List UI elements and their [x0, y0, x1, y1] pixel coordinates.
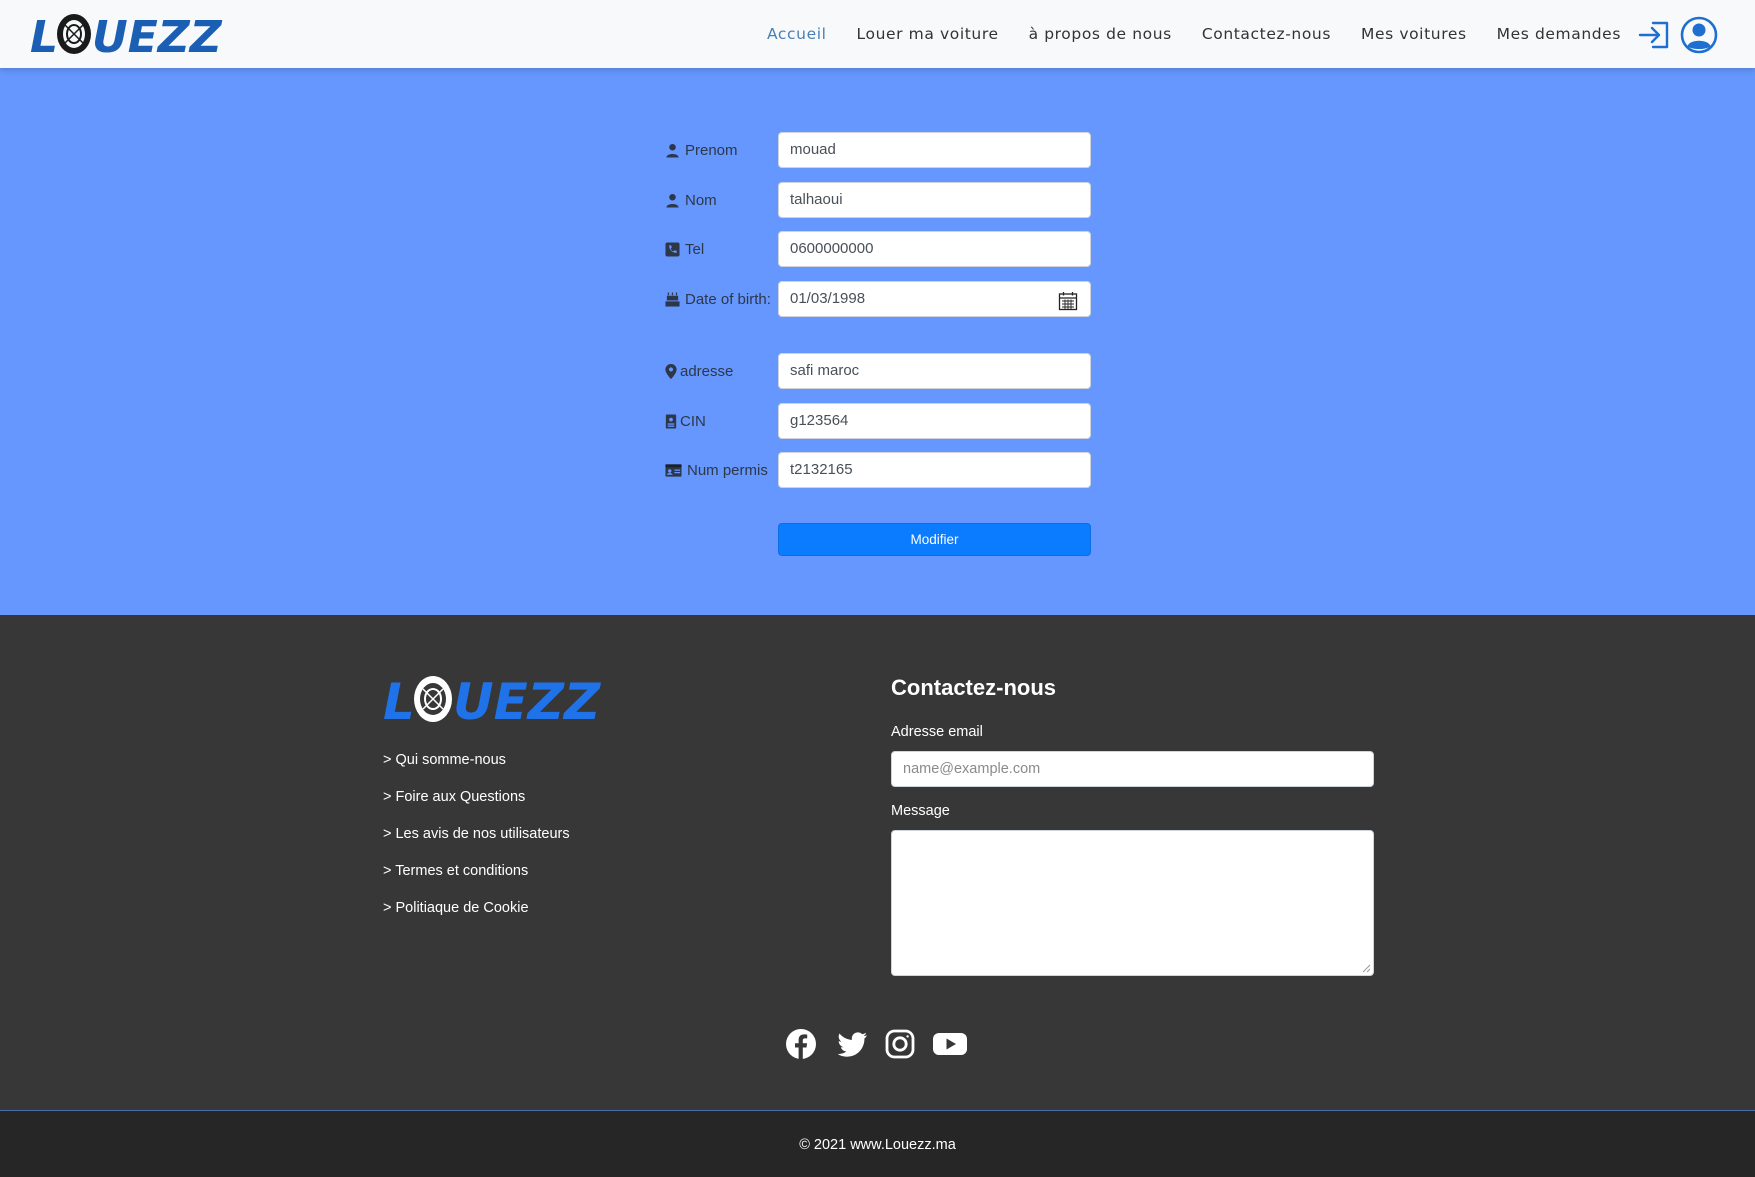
cin-input[interactable]: g123564 [778, 403, 1091, 439]
svg-text:L: L [383, 673, 415, 726]
birthday-cake-icon [665, 292, 680, 307]
instagram-icon[interactable] [884, 1028, 916, 1060]
phone-icon [665, 242, 680, 257]
adresse-input[interactable]: safi maroc [778, 353, 1091, 389]
email-input[interactable]: name@example.com [891, 751, 1374, 787]
footer: L UEZZ > Qui somme-nous > Foire aux Ques… [0, 615, 1755, 1110]
copyright-bar: © 2021 www.Louezz.ma [0, 1110, 1755, 1177]
resize-grip-icon[interactable] [1361, 963, 1371, 973]
email-label: Adresse email [891, 724, 983, 740]
footer-links: > Qui somme-nous > Foire aux Questions >… [383, 750, 570, 935]
user-icon [665, 193, 680, 208]
brand-logo[interactable]: L UEZZ [30, 10, 230, 63]
footer-link-cookie[interactable]: > Politiaque de Cookie [383, 898, 570, 935]
modifier-button[interactable]: Modifier [778, 523, 1091, 556]
profile-form-section: Prenom mouad Nom talhaoui Tel 0600000000… [0, 68, 1755, 615]
facebook-icon[interactable] [785, 1028, 817, 1060]
twitter-icon[interactable] [836, 1028, 868, 1060]
youtube-icon[interactable] [932, 1028, 968, 1060]
copyright-text: © 2021 www.Louezz.ma [799, 1137, 956, 1153]
map-marker-icon [665, 364, 677, 379]
id-card-icon [665, 463, 682, 478]
navbar: L UEZZ Accueil Louer ma voiture à propos… [0, 0, 1755, 68]
nav-mes-demandes[interactable]: Mes demandes [1497, 25, 1621, 43]
user-icon [665, 143, 680, 158]
nav-louer-ma-voiture[interactable]: Louer ma voiture [857, 25, 999, 43]
message-label: Message [891, 803, 950, 819]
contact-title: Contactez-nous [891, 675, 1056, 700]
login-icon[interactable] [1636, 16, 1674, 54]
tel-label: Tel [685, 241, 705, 258]
svg-text:UEZZ: UEZZ [453, 673, 602, 726]
nav-contactez-nous[interactable]: Contactez-nous [1202, 25, 1331, 43]
tel-input[interactable]: 0600000000 [778, 231, 1091, 267]
nom-input[interactable]: talhaoui [778, 182, 1091, 218]
date-of-birth-value: 01/03/1998 [790, 290, 866, 307]
num-permis-label: Num permis [687, 462, 768, 479]
cin-label: CIN [680, 413, 706, 430]
nav-a-propos[interactable]: à propos de nous [1029, 25, 1172, 43]
svg-text:UEZZ: UEZZ [92, 12, 223, 58]
message-textarea[interactable] [891, 830, 1374, 976]
footer-link-termes[interactable]: > Termes et conditions [383, 861, 570, 898]
date-of-birth-input[interactable]: 01/03/1998 [778, 281, 1091, 317]
id-badge-icon [665, 414, 677, 429]
num-permis-input[interactable]: t2132165 [778, 452, 1091, 488]
nav-accueil[interactable]: Accueil [767, 25, 827, 43]
svg-text:L: L [30, 12, 58, 58]
footer-link-faq[interactable]: > Foire aux Questions [383, 787, 570, 824]
footer-brand-logo[interactable]: L UEZZ [383, 672, 608, 731]
date-of-birth-label: Date of birth: [685, 291, 771, 308]
prenom-input[interactable]: mouad [778, 132, 1091, 168]
footer-link-avis[interactable]: > Les avis de nos utilisateurs [383, 824, 570, 861]
footer-link-qui-somme-nous[interactable]: > Qui somme-nous [383, 750, 570, 787]
adresse-label: adresse [680, 363, 734, 380]
user-circle-icon[interactable] [1680, 16, 1718, 54]
prenom-label: Prenom [685, 142, 738, 159]
calendar-icon[interactable] [1058, 290, 1078, 311]
nom-label: Nom [685, 192, 717, 209]
nav-mes-voitures[interactable]: Mes voitures [1361, 25, 1467, 43]
